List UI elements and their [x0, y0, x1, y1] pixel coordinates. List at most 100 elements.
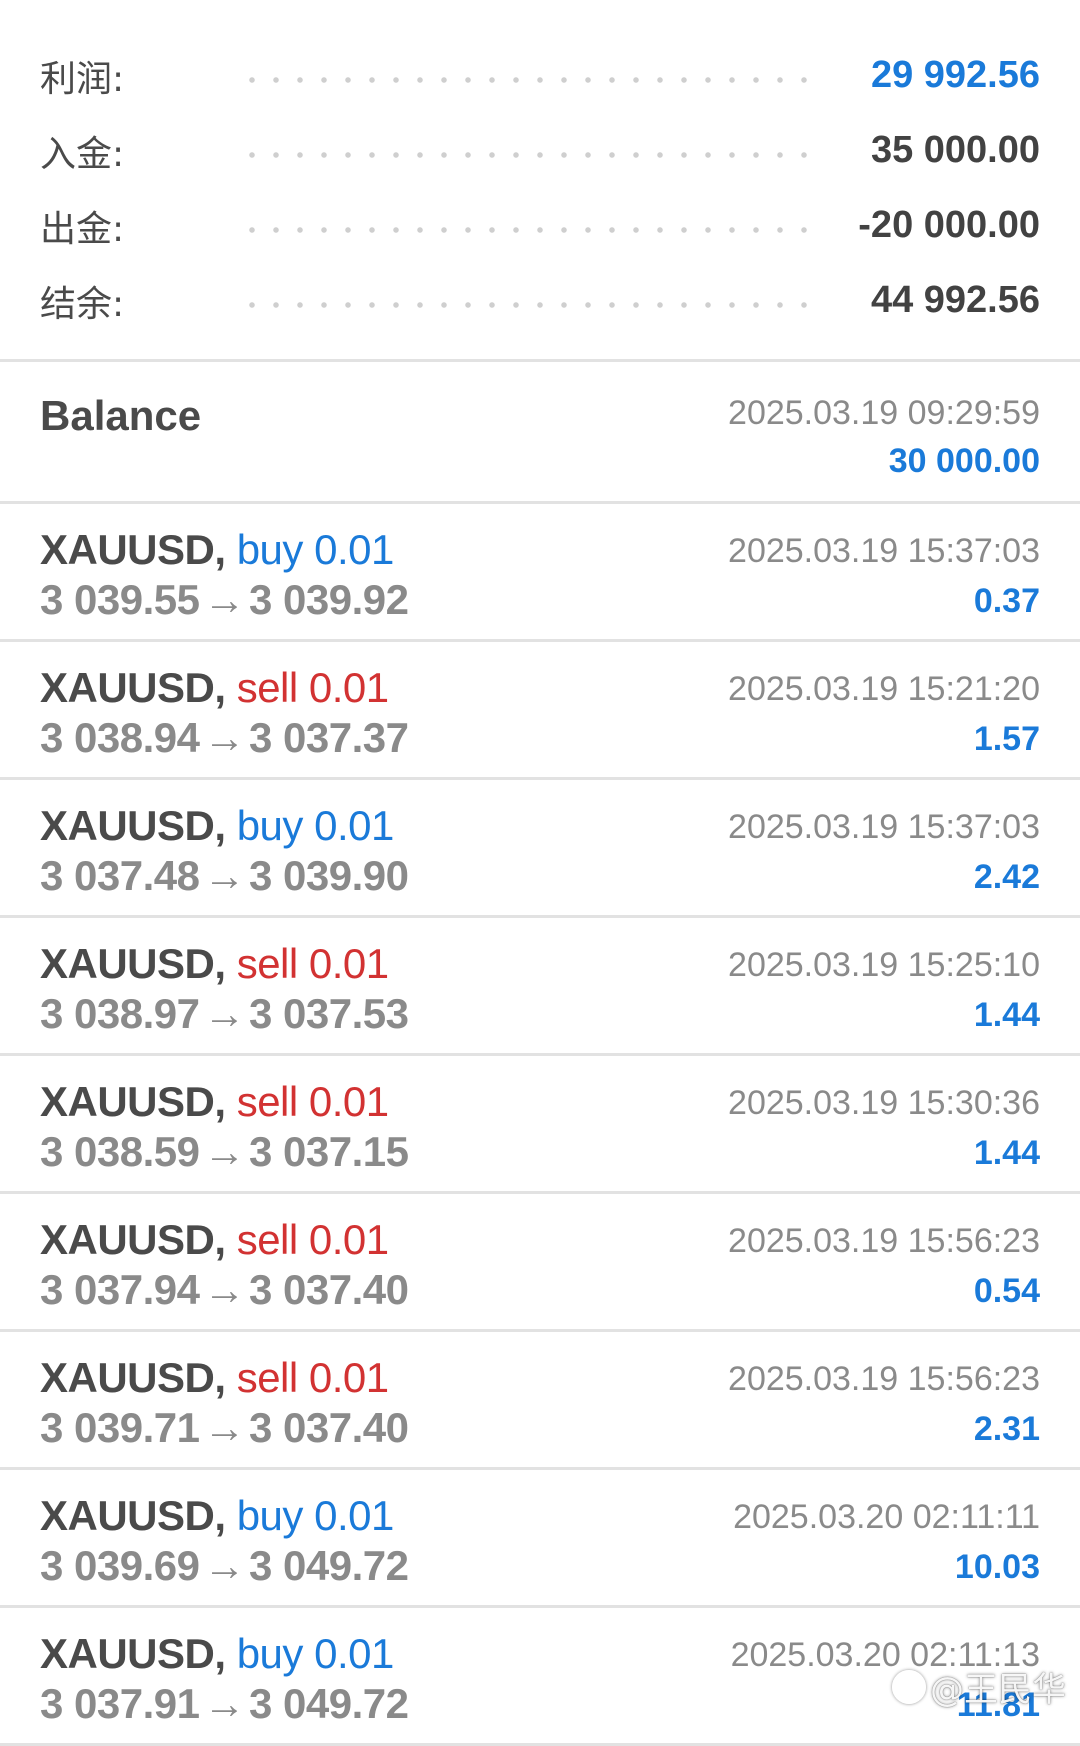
arrow-right-icon: → [203, 714, 246, 761]
deal-volume: 0.01 [308, 940, 389, 987]
deal-direction: buy [236, 1630, 304, 1677]
deal-volume: 0.01 [308, 1354, 389, 1401]
deal-symbol: XAUUSD, [40, 940, 226, 987]
deal-prices: 3 037.91→3 049.72 [40, 1680, 409, 1728]
deal-prices: 3 039.71→3 037.40 [40, 1404, 409, 1452]
deal-profit: 1.57 [973, 720, 1040, 758]
balance-amount: 30 000.00 [888, 442, 1040, 480]
arrow-right-icon: → [203, 576, 246, 623]
deal-close-price: 3 037.15 [249, 1128, 409, 1175]
deal-symbol: XAUUSD, [40, 1354, 226, 1401]
deal-datetime: 2025.03.19 15:25:10 [728, 946, 1040, 984]
zhihu-logo-icon [892, 1669, 926, 1704]
deal-datetime: 2025.03.19 15:37:03 [728, 532, 1040, 570]
deal-profit: 1.44 [973, 996, 1040, 1034]
summary-panel: 利润: 29 992.56 入金: 35 000.00 出金: -20 000.00 结余:… [0, 0, 1080, 362]
dotted-leader [240, 301, 816, 308]
deal-direction: buy [236, 802, 304, 849]
deal-row[interactable]: XAUUSD, sell 0.01 3 038.59→3 037.15 2025.0… [0, 1056, 1080, 1194]
deal-close-price: 3 037.53 [249, 990, 409, 1037]
deal-row[interactable]: XAUUSD, buy 0.01 3 037.48→3 039.90 2025.03… [0, 780, 1080, 918]
summary-value: 35 000.00 [870, 129, 1040, 171]
watermark: @王民华 [892, 1662, 1066, 1711]
deal-profit: 10.03 [954, 1548, 1040, 1586]
arrow-right-icon: → [203, 1404, 246, 1451]
deal-datetime: 2025.03.19 15:37:03 [728, 808, 1040, 846]
deal-volume: 0.01 [314, 1630, 394, 1677]
dotted-leader [240, 76, 816, 83]
deal-volume: 0.01 [308, 1216, 389, 1263]
deal-direction: sell [236, 664, 299, 711]
deal-prices: 3 038.94→3 037.37 [40, 714, 409, 762]
deal-symbol: XAUUSD, [40, 664, 226, 711]
summary-label: 结余: [40, 283, 125, 325]
deal-symbol: XAUUSD, [40, 1630, 226, 1677]
deal-close-price: 3 049.72 [249, 1680, 409, 1727]
deal-title: XAUUSD, sell 0.01 [40, 1216, 389, 1264]
deal-prices: 3 037.94→3 037.40 [40, 1266, 409, 1314]
dotted-leader [240, 151, 816, 158]
deal-open-price: 3 037.91 [40, 1680, 200, 1727]
deal-prices: 3 038.59→3 037.15 [40, 1128, 409, 1176]
balance-title: Balance [40, 392, 202, 439]
deal-profit: 0.54 [973, 1272, 1040, 1310]
dotted-leader [240, 226, 816, 233]
deal-profit: 2.31 [973, 1410, 1040, 1448]
summary-row: 利润: 29 992.56 [0, 38, 1080, 113]
deal-open-price: 3 039.71 [40, 1404, 200, 1451]
deal-symbol: XAUUSD, [40, 1492, 226, 1539]
deal-direction: buy [236, 526, 304, 573]
deal-volume: 0.01 [314, 526, 394, 573]
deal-symbol: XAUUSD, [40, 1216, 226, 1263]
deal-volume: 0.01 [308, 1078, 389, 1125]
deal-row[interactable]: XAUUSD, sell 0.01 3 038.97→3 037.53 2025.0… [0, 918, 1080, 1056]
deal-title: XAUUSD, buy 0.01 [40, 526, 394, 574]
deal-close-price: 3 049.72 [249, 1542, 409, 1589]
deal-close-price: 3 037.40 [249, 1266, 409, 1313]
arrow-right-icon: → [203, 1680, 246, 1727]
deal-volume: 0.01 [314, 802, 394, 849]
deal-prices: 3 038.97→3 037.53 [40, 990, 409, 1038]
deal-direction: sell [236, 1354, 299, 1401]
deal-row[interactable]: XAUUSD, buy 0.01 3 039.69→3 049.72 2025.03… [0, 1470, 1080, 1608]
deal-open-price: 3 038.59 [40, 1128, 200, 1175]
summary-row: 结余: 44 992.56 [0, 263, 1080, 338]
deal-open-price: 3 037.48 [40, 852, 200, 899]
deal-close-price: 3 039.92 [249, 576, 409, 623]
deal-volume: 0.01 [314, 1492, 394, 1539]
deal-direction: buy [236, 1492, 304, 1539]
deal-datetime: 2025.03.20 02:11:11 [733, 1498, 1040, 1536]
summary-label: 出金: [40, 208, 125, 250]
deal-direction: sell [236, 1078, 299, 1125]
summary-label: 利润: [40, 58, 125, 100]
arrow-right-icon: → [203, 852, 246, 899]
deal-profit: 1.44 [973, 1134, 1040, 1172]
deal-title: XAUUSD, sell 0.01 [40, 940, 389, 988]
arrow-right-icon: → [203, 1542, 246, 1589]
summary-value: -20 000.00 [858, 204, 1040, 246]
deal-direction: sell [236, 1216, 299, 1263]
deal-open-price: 3 039.55 [40, 576, 200, 623]
deal-datetime: 2025.03.19 15:56:23 [728, 1360, 1040, 1398]
deal-title: XAUUSD, buy 0.01 [40, 1492, 394, 1540]
summary-row: 出金: -20 000.00 [0, 188, 1080, 263]
deal-profit: 2.42 [973, 858, 1040, 896]
deal-close-price: 3 037.40 [249, 1404, 409, 1451]
deal-prices: 3 037.48→3 039.90 [40, 852, 409, 900]
deal-row[interactable]: XAUUSD, buy 0.01 3 039.55→3 039.92 2025.03… [0, 504, 1080, 642]
deal-close-price: 3 037.37 [249, 714, 409, 761]
deal-prices: 3 039.69→3 049.72 [40, 1542, 409, 1590]
deal-row[interactable]: XAUUSD, sell 0.01 3 037.94→3 037.40 2025.0… [0, 1194, 1080, 1332]
deal-profit: 0.37 [973, 582, 1040, 620]
balance-row[interactable]: Balance 2025.03.19 09:29:59 30 000.00 [0, 362, 1080, 504]
deal-title: XAUUSD, buy 0.01 [40, 802, 394, 850]
deal-row[interactable]: XAUUSD, sell 0.01 3 039.71→3 037.40 2025.0… [0, 1332, 1080, 1470]
deal-datetime: 2025.03.19 15:30:36 [728, 1084, 1040, 1122]
deal-close-price: 3 039.90 [249, 852, 409, 899]
summary-value: 44 992.56 [870, 279, 1040, 321]
deal-title: XAUUSD, sell 0.01 [40, 1354, 389, 1402]
deal-title: XAUUSD, buy 0.01 [40, 1630, 394, 1678]
arrow-right-icon: → [203, 1266, 246, 1313]
deal-row[interactable]: XAUUSD, sell 0.01 3 038.94→3 037.37 2025.0… [0, 642, 1080, 780]
summary-row: 入金: 35 000.00 [0, 113, 1080, 188]
